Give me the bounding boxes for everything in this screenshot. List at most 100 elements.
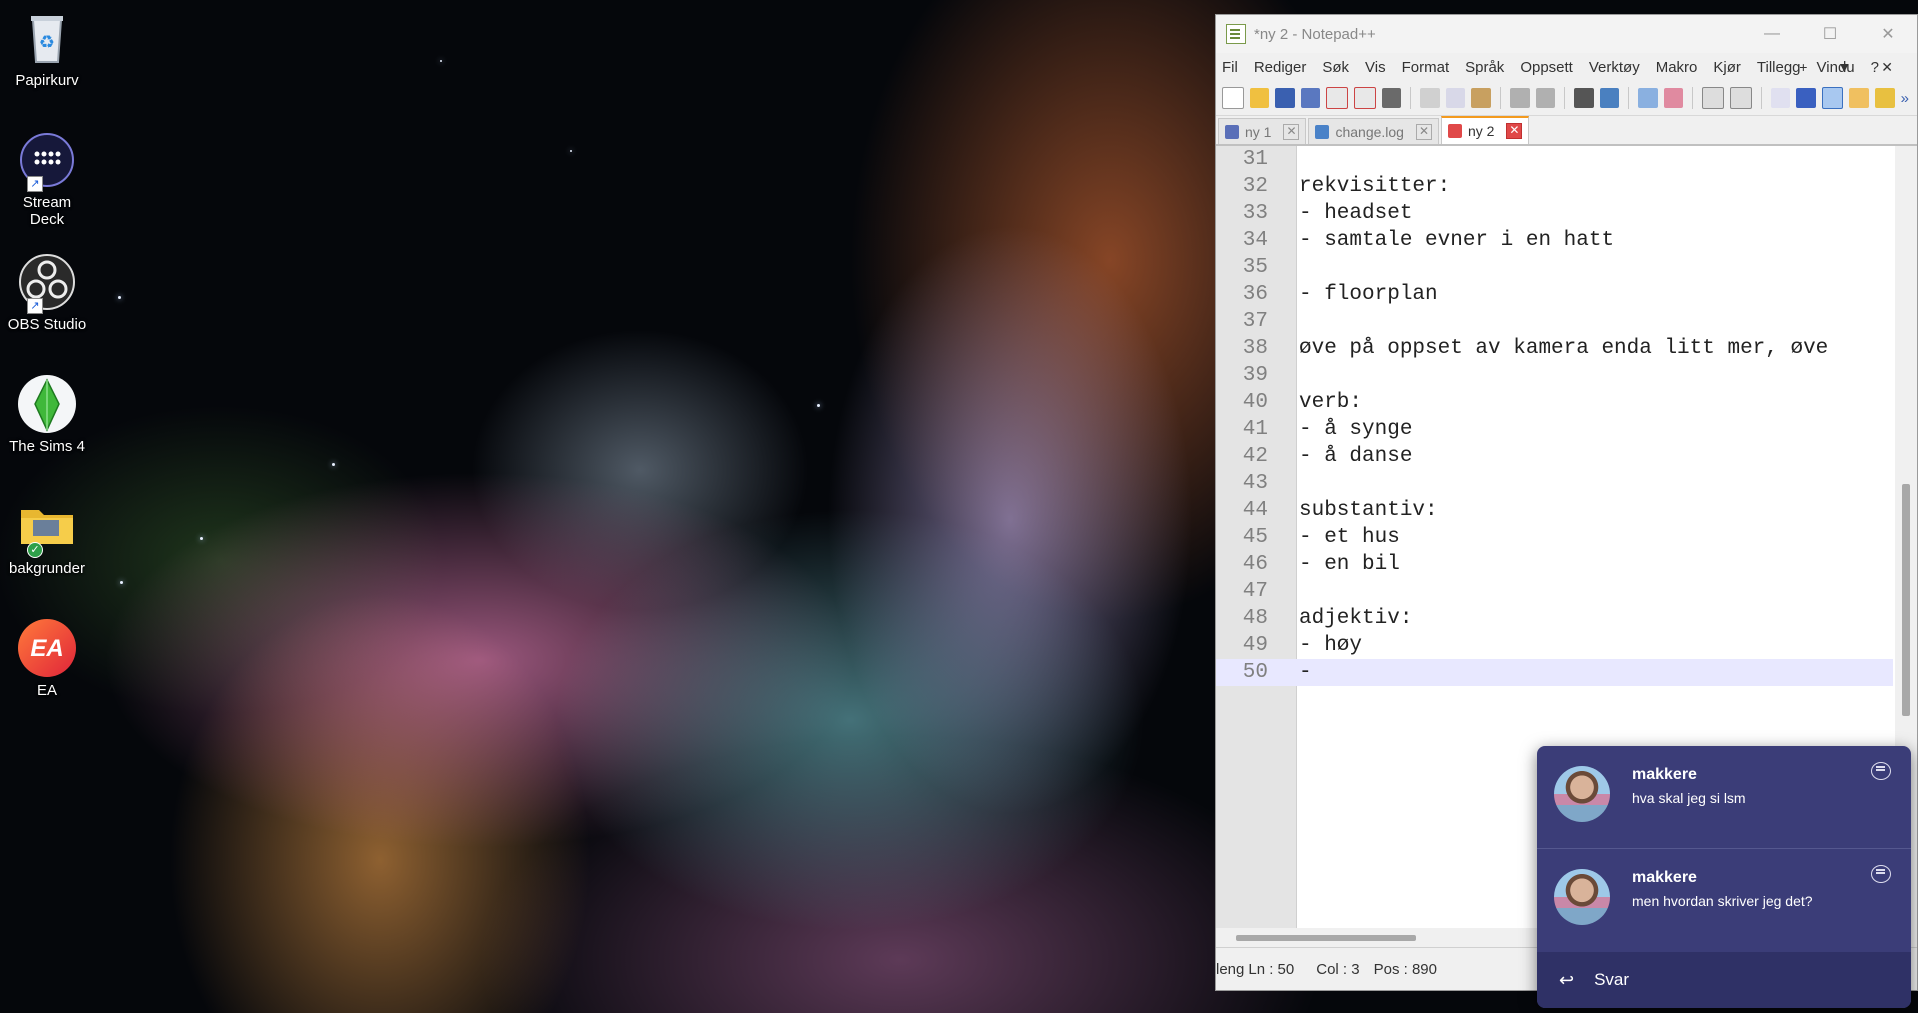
menu-oppsett[interactable]: Oppsett (1520, 59, 1573, 76)
save-icon[interactable] (1275, 88, 1295, 108)
toolbar-overflow-icon[interactable]: » (1901, 90, 1909, 107)
tab-ny-1[interactable]: ny 1 ✕ (1218, 118, 1307, 144)
editor-line[interactable]: 39 (1216, 362, 1893, 389)
menu-sok[interactable]: Søk (1322, 59, 1349, 76)
tab-change-log[interactable]: change.log ✕ (1308, 118, 1439, 144)
editor-line[interactable]: 32 rekvisitter: (1216, 173, 1893, 200)
redo-icon[interactable] (1535, 88, 1556, 108)
minimize-button[interactable]: — (1743, 25, 1801, 43)
open-file-icon[interactable] (1249, 88, 1270, 108)
close-file-icon[interactable] (1326, 87, 1348, 109)
editor-line[interactable]: 36 - floorplan (1216, 281, 1893, 308)
line-number: 31 (1242, 148, 1268, 171)
replace-icon[interactable] (1599, 88, 1620, 108)
undo-icon[interactable] (1509, 88, 1530, 108)
status-position: Pos : 890 (1373, 960, 1437, 978)
editor-line[interactable]: 31 (1216, 146, 1893, 173)
function-list-icon[interactable] (1874, 88, 1895, 108)
toolbar-separator (1499, 87, 1501, 109)
save-all-icon[interactable] (1300, 88, 1321, 108)
desktop-icon-stream-deck[interactable]: ↗ Stream Deck (4, 124, 90, 228)
desktop-icon-bakgrunder[interactable]: ✓ bakgrunder (4, 490, 90, 577)
editor-line[interactable]: 46 - en bil (1216, 551, 1893, 578)
word-wrap-icon[interactable] (1770, 88, 1791, 108)
tab-bar: ny 1 ✕ change.log ✕ ny 2 ✕ (1216, 116, 1917, 146)
folder-icon: ✓ (17, 496, 77, 558)
editor-line[interactable]: 42 - å danse (1216, 443, 1893, 470)
find-icon[interactable] (1574, 88, 1594, 108)
editor-line[interactable]: 45 - et hus (1216, 524, 1893, 551)
tab-close-icon[interactable]: ✕ (1283, 123, 1300, 140)
toolbar-separator (1692, 87, 1694, 109)
new-tab-button[interactable]: + (1799, 59, 1807, 75)
zoom-in-icon[interactable] (1638, 88, 1658, 108)
desktop-icon-the-sims-4[interactable]: The Sims 4 (4, 368, 90, 455)
tab-close-icon[interactable]: ✕ (1506, 123, 1523, 139)
toolbar-separator (1628, 87, 1630, 109)
notification-message[interactable]: makkere men hvordan skriver jeg det? (1537, 848, 1911, 951)
close-all-icon[interactable] (1353, 87, 1376, 109)
reply-button[interactable]: ↩ Svar (1537, 952, 1911, 1008)
tab-ny-2[interactable]: ny 2 ✕ (1440, 116, 1530, 144)
line-text: - å danse (1299, 445, 1413, 468)
copy-icon[interactable] (1445, 88, 1466, 108)
sync-horizontal-icon[interactable] (1730, 87, 1752, 109)
chat-bubble-icon[interactable] (1871, 865, 1891, 883)
message-text: men hvordan skriver jeg det? (1632, 893, 1813, 909)
menu-format[interactable]: Format (1402, 59, 1450, 76)
tab-close-icon[interactable]: ✕ (1415, 123, 1432, 140)
menu-fil[interactable]: Fil (1222, 59, 1238, 76)
show-all-chars-icon[interactable] (1796, 88, 1816, 108)
line-number: 32 (1242, 175, 1268, 198)
sync-vertical-icon[interactable] (1702, 87, 1725, 109)
line-number: 36 (1242, 283, 1268, 306)
horizontal-scroll-thumb[interactable] (1236, 935, 1416, 941)
editor-line[interactable]: 34 - samtale evner i en hatt (1216, 227, 1893, 254)
editor-line[interactable]: 50 - (1216, 659, 1893, 686)
editor-line[interactable]: 49 - høy (1216, 632, 1893, 659)
desktop-icon-ea[interactable]: EA EA (4, 612, 90, 699)
chat-notification[interactable]: makkere hva skal jeg si lsm makkere men … (1537, 746, 1911, 1008)
zoom-out-icon[interactable] (1663, 88, 1684, 108)
title-bar[interactable]: *ny 2 - Notepad++ — ☐ ✕ (1216, 15, 1917, 53)
menu-tillegg[interactable]: Tillegg (1757, 59, 1801, 76)
close-tab-button[interactable]: ✕ (1881, 59, 1893, 76)
desktop-icon-label: Stream Deck (22, 194, 72, 228)
paste-icon[interactable] (1471, 88, 1491, 108)
tab-list-button[interactable]: ▼ (1837, 59, 1851, 75)
indent-guide-icon[interactable] (1821, 87, 1844, 109)
close-button[interactable]: ✕ (1859, 24, 1917, 44)
star (570, 150, 572, 152)
maximize-button[interactable]: ☐ (1801, 24, 1859, 44)
editor-line[interactable]: 33 - headset (1216, 200, 1893, 227)
menu-sprak[interactable]: Språk (1465, 59, 1504, 76)
toolbar-separator (1760, 87, 1762, 109)
menu-verktoy[interactable]: Verktøy (1589, 59, 1640, 76)
editor-line[interactable]: 38 øve på oppset av kamera enda litt mer,… (1216, 335, 1893, 362)
status-line: Ln : 50 (1248, 960, 1295, 978)
doc-map-icon[interactable] (1849, 88, 1869, 108)
reply-icon: ↩ (1559, 969, 1575, 990)
cut-icon[interactable] (1420, 88, 1440, 108)
menu-kjor[interactable]: Kjør (1713, 59, 1741, 76)
editor-line[interactable]: 37 (1216, 308, 1893, 335)
editor-line[interactable]: 48 adjektiv: (1216, 605, 1893, 632)
desktop-icon-recycle-bin[interactable]: ♻ Papirkurv (4, 2, 90, 89)
vertical-scroll-thumb[interactable] (1902, 484, 1910, 716)
chat-bubble-icon[interactable] (1871, 762, 1891, 780)
editor-line[interactable]: 35 (1216, 254, 1893, 281)
notification-message[interactable]: makkere hva skal jeg si lsm (1537, 746, 1911, 848)
new-file-icon[interactable] (1222, 87, 1244, 109)
menu-makro[interactable]: Makro (1656, 59, 1698, 76)
recycle-bin-icon: ♻ (17, 8, 77, 68)
editor-line[interactable]: 41 - å synge (1216, 416, 1893, 443)
editor-line[interactable]: 43 (1216, 470, 1893, 497)
print-icon[interactable] (1381, 88, 1402, 108)
editor-line[interactable]: 40 verb: (1216, 389, 1893, 416)
desktop-icon-obs-studio[interactable]: ↗ OBS Studio (4, 246, 90, 333)
menu-vis[interactable]: Vis (1365, 59, 1386, 76)
line-number: 42 (1242, 445, 1268, 468)
menu-rediger[interactable]: Rediger (1254, 59, 1307, 76)
editor-line[interactable]: 47 (1216, 578, 1893, 605)
editor-line[interactable]: 44 substantiv: (1216, 497, 1893, 524)
